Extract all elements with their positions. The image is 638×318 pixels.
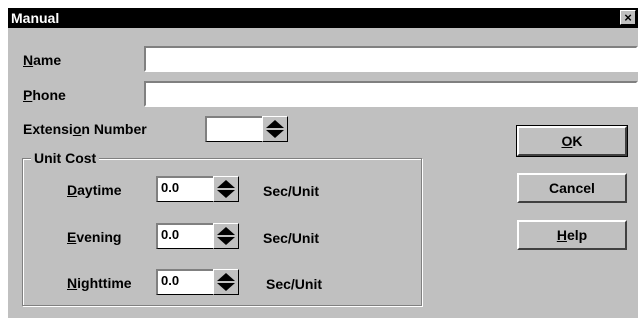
nighttime-spin-button[interactable] (213, 269, 239, 295)
unit-cost-title: Unit Cost (31, 150, 100, 166)
window-title: Manual (11, 10, 60, 26)
extension-number-spinner (205, 116, 291, 142)
daytime-unit-label: Sec/Unit (263, 183, 320, 199)
spin-arrows-icon (217, 227, 235, 245)
close-button[interactable]: × (620, 10, 636, 25)
phone-input[interactable] (144, 81, 638, 107)
evening-input[interactable]: 0.0 (156, 223, 214, 249)
manual-dialog: Manual × Name Phone Extension Number Uni… (8, 8, 638, 318)
cancel-button[interactable]: Cancel (517, 173, 627, 203)
extension-spin-button[interactable] (262, 116, 288, 142)
evening-label: Evening (67, 229, 122, 245)
ok-button[interactable]: OK (516, 125, 628, 157)
daytime-spin-button[interactable] (213, 176, 239, 202)
nighttime-unit-label: Sec/Unit (266, 276, 323, 292)
daytime-label: Daytime (67, 182, 122, 198)
name-input[interactable] (144, 46, 638, 72)
daytime-input[interactable]: 0.0 (156, 176, 214, 202)
close-icon: × (624, 10, 632, 25)
extension-number-label: Extension Number (23, 121, 147, 137)
evening-spin-button[interactable] (213, 223, 239, 249)
help-button[interactable]: Help (517, 220, 627, 250)
daytime-spinner: 0.0 (156, 176, 242, 202)
phone-label: Phone (23, 87, 66, 103)
nighttime-spinner: 0.0 (156, 269, 242, 295)
name-label: Name (23, 52, 62, 68)
extension-number-input[interactable] (205, 116, 263, 142)
title-bar[interactable]: Manual × (8, 8, 638, 28)
nighttime-label: Nighttime (67, 275, 132, 291)
spin-arrows-icon (217, 273, 235, 291)
evening-unit-label: Sec/Unit (263, 230, 320, 246)
spin-arrows-icon (266, 120, 284, 138)
spin-arrows-icon (217, 180, 235, 198)
evening-spinner: 0.0 (156, 223, 242, 249)
nighttime-input[interactable]: 0.0 (156, 269, 214, 295)
